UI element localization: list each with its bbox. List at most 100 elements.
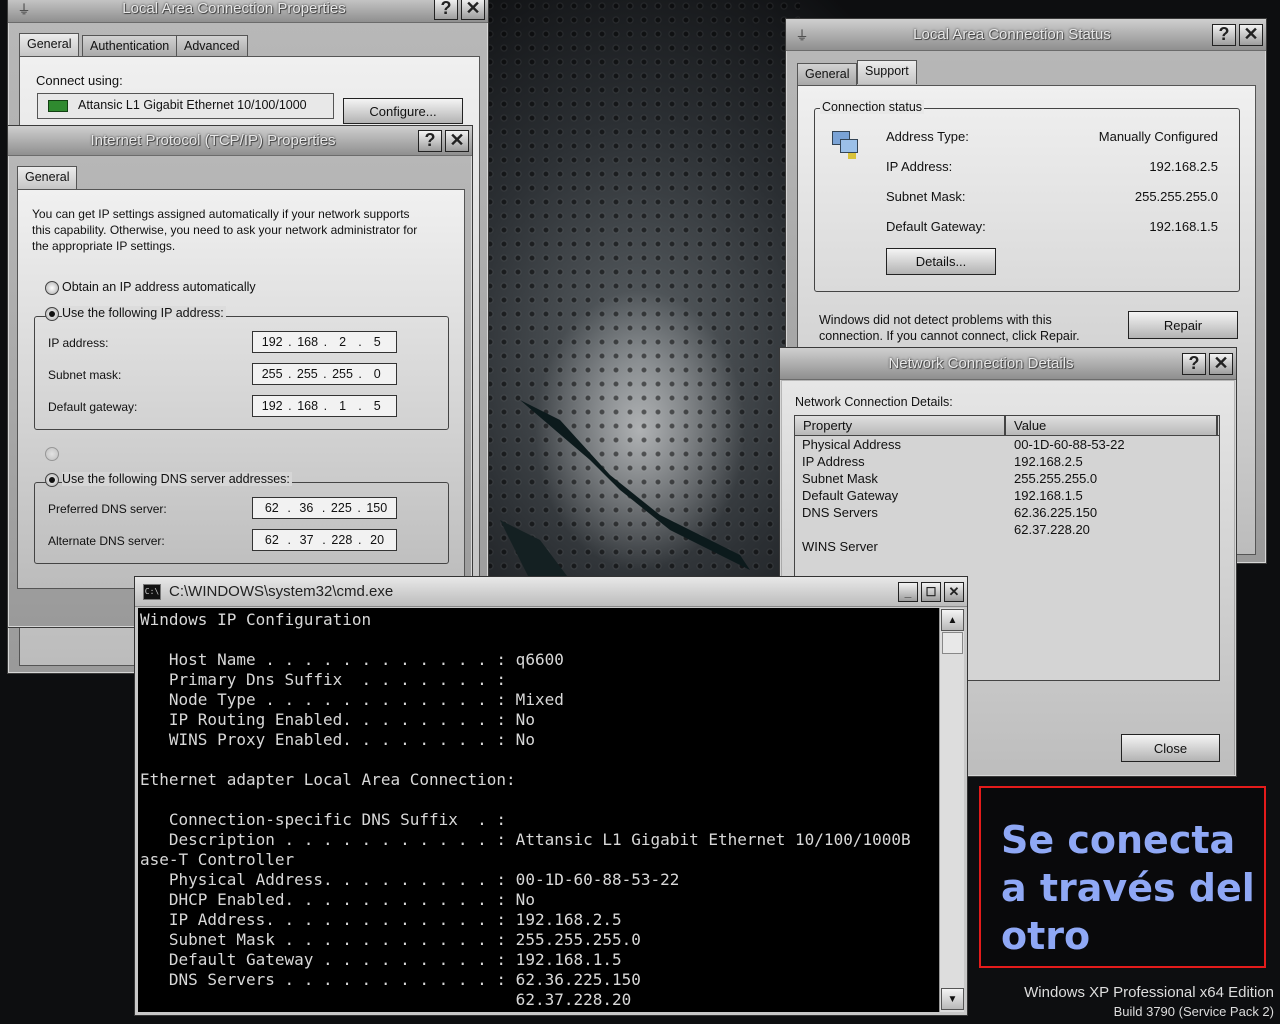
- mask-octet-2[interactable]: 255: [297, 367, 318, 381]
- list-item[interactable]: WINS Server: [795, 538, 1219, 555]
- mask-octet-3[interactable]: 255: [332, 367, 353, 381]
- minimize-button[interactable]: _: [898, 581, 918, 602]
- connect-using-label: Connect using:: [36, 73, 123, 88]
- radio-use-ip[interactable]: [45, 307, 59, 321]
- ip-address-label: IP address:: [48, 336, 109, 350]
- mask-octet-4[interactable]: 0: [367, 367, 387, 381]
- cmd-line: WINS Proxy Enabled. . . . . . . . : No: [140, 730, 535, 749]
- cmd-scrollbar[interactable]: ▲ ▼: [939, 608, 964, 1012]
- close-button[interactable]: ✕: [461, 0, 485, 20]
- tab-general[interactable]: General: [797, 63, 858, 85]
- help-button[interactable]: ?: [1182, 352, 1206, 375]
- tab-support[interactable]: Support: [857, 60, 917, 84]
- close-button[interactable]: ✕: [445, 129, 469, 152]
- address-type-value: Manually Configured: [1098, 129, 1218, 144]
- scroll-thumb[interactable]: [942, 632, 963, 654]
- close-button[interactable]: ✕: [1209, 352, 1233, 375]
- ip-octet-2[interactable]: 168: [297, 335, 318, 349]
- alternate-dns-field[interactable]: 62. 37. 228. 20: [252, 529, 397, 551]
- tab-general[interactable]: General: [19, 33, 80, 57]
- close-button[interactable]: ✕: [944, 581, 964, 602]
- adapter-card-icon: [48, 100, 68, 112]
- property-cell: Subnet Mask: [802, 471, 878, 486]
- property-cell: DNS Servers: [802, 505, 878, 520]
- column-value[interactable]: Value: [1006, 416, 1218, 435]
- maximize-button[interactable]: ☐: [921, 581, 941, 602]
- list-item[interactable]: Subnet Mask 255.255.255.0: [795, 470, 1219, 487]
- radio-auto-ip-label: Obtain an IP address automatically: [62, 280, 256, 294]
- list-item[interactable]: DNS Servers 62.36.225.150: [795, 504, 1219, 521]
- radio-use-ip-label: Use the following IP address:: [62, 306, 226, 320]
- ip-octet-4[interactable]: 5: [367, 335, 387, 349]
- ip-address-field[interactable]: 192. 168. 2. 5: [252, 331, 397, 353]
- help-button[interactable]: ?: [1212, 23, 1236, 46]
- cmd-window: C:\ C:\WINDOWS\system32\cmd.exe _ ☐ ✕ Wi…: [134, 576, 968, 1016]
- gw-octet-2[interactable]: 168: [297, 399, 318, 413]
- alternate-dns-label: Alternate DNS server:: [48, 534, 165, 548]
- close-dialog-button[interactable]: Close: [1121, 734, 1220, 762]
- tcpip-intro-text: You can get IP settings assigned automat…: [32, 207, 418, 253]
- details-titlebar[interactable]: Network Connection Details ? ✕: [780, 348, 1236, 380]
- dns-group: [34, 482, 449, 564]
- list-item[interactable]: Physical Address 00-1D-60-88-53-22: [795, 436, 1219, 453]
- help-button[interactable]: ?: [434, 0, 458, 20]
- tab-general[interactable]: General: [17, 166, 78, 190]
- tab-advanced[interactable]: Advanced: [176, 35, 248, 57]
- ip-octet-3[interactable]: 2: [333, 335, 353, 349]
- repair-description: Windows did not detect problems with thi…: [819, 313, 1080, 343]
- column-property[interactable]: Property: [795, 416, 1006, 435]
- radio-use-dns[interactable]: [45, 473, 59, 487]
- tab-authentication[interactable]: Authentication: [82, 35, 178, 57]
- list-item[interactable]: Default Gateway 192.168.1.5: [795, 487, 1219, 504]
- adns-octet-2[interactable]: 37: [297, 533, 317, 547]
- details-heading: Network Connection Details:: [795, 395, 953, 409]
- cmd-line: [140, 750, 939, 770]
- tcpip-titlebar[interactable]: Internet Protocol (TCP/IP) Properties ? …: [8, 126, 472, 156]
- scroll-up-button[interactable]: ▲: [941, 609, 964, 631]
- adns-octet-4[interactable]: 20: [367, 533, 387, 547]
- preferred-dns-field[interactable]: 62. 36. 225. 150: [252, 497, 397, 519]
- details-button[interactable]: Details...: [886, 248, 996, 275]
- property-cell: Physical Address: [802, 437, 901, 452]
- pdns-octet-3[interactable]: 225: [331, 501, 352, 515]
- adns-octet-1[interactable]: 62: [262, 533, 282, 547]
- pdns-octet-1[interactable]: 62: [262, 501, 282, 515]
- scroll-down-button[interactable]: ▼: [941, 988, 964, 1010]
- subnet-mask-field[interactable]: 255. 255. 255. 0: [252, 363, 397, 385]
- configure-button[interactable]: Configure...: [343, 98, 463, 124]
- value-cell: 255.255.255.0: [1014, 471, 1098, 486]
- cmd-icon: C:\: [143, 583, 161, 600]
- lac-properties-titlebar[interactable]: ⏚ Local Area Connection Properties ? ✕: [8, 0, 488, 23]
- gw-octet-4[interactable]: 5: [367, 399, 387, 413]
- annotation-text: Se conecta a través del otro: [1001, 818, 1255, 958]
- subnet-mask-label: Subnet mask:: [48, 368, 122, 382]
- cmd-line: Default Gateway . . . . . . . . . : 192.…: [140, 950, 622, 969]
- help-button[interactable]: ?: [418, 129, 442, 152]
- list-item[interactable]: 62.37.228.20: [795, 521, 1219, 538]
- adns-octet-3[interactable]: 228: [331, 533, 352, 547]
- list-item[interactable]: IP Address 192.168.2.5: [795, 453, 1219, 470]
- cmd-title: C:\WINDOWS\system32\cmd.exe: [169, 583, 394, 600]
- repair-button[interactable]: Repair: [1128, 311, 1238, 339]
- gw-octet-1[interactable]: 192: [262, 399, 283, 413]
- window-title: Internet Protocol (TCP/IP) Properties: [90, 132, 336, 149]
- network-icon: ⏚: [795, 28, 809, 43]
- annotation-box: Se conecta a través del otro: [979, 786, 1266, 968]
- status-titlebar[interactable]: ⏚ Local Area Connection Status ? ✕: [786, 19, 1266, 51]
- radio-use-dns-label: Use the following DNS server addresses:: [62, 472, 292, 486]
- close-button[interactable]: ✕: [1239, 23, 1263, 46]
- cmd-line: Node Type . . . . . . . . . . . . : Mixe…: [140, 690, 564, 709]
- ip-octet-1[interactable]: 192: [262, 335, 283, 349]
- default-gateway-field[interactable]: 192. 168. 1. 5: [252, 395, 397, 417]
- property-cell: [795, 521, 1006, 538]
- value-cell: 192.168.1.5: [1014, 488, 1083, 503]
- subnet-mask-label: Subnet Mask:: [886, 189, 966, 204]
- mask-octet-1[interactable]: 255: [262, 367, 283, 381]
- cmd-output[interactable]: Windows IP Configuration Host Name . . .…: [138, 608, 939, 1012]
- radio-auto-ip[interactable]: [45, 281, 59, 295]
- gw-octet-3[interactable]: 1: [333, 399, 353, 413]
- cmd-titlebar[interactable]: C:\ C:\WINDOWS\system32\cmd.exe _ ☐ ✕: [135, 577, 967, 607]
- pdns-octet-4[interactable]: 150: [366, 501, 387, 515]
- cmd-line: Windows IP Configuration: [140, 610, 372, 629]
- pdns-octet-2[interactable]: 36: [296, 501, 316, 515]
